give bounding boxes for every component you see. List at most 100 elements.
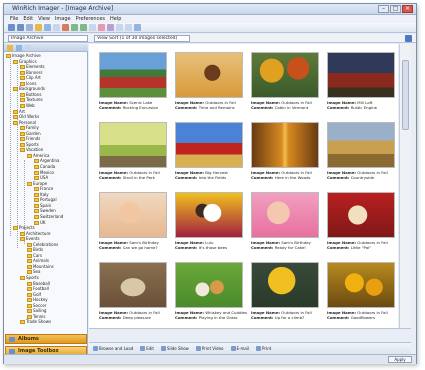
- folder-icon: [34, 209, 39, 214]
- save-icon[interactable]: [44, 24, 51, 31]
- email-button[interactable]: E-mail: [230, 346, 249, 351]
- forward-icon[interactable]: [17, 24, 24, 31]
- thumbnail-image[interactable]: [175, 52, 243, 98]
- browse-and-load-button[interactable]: Browse and Load: [93, 346, 133, 351]
- menu-preferences[interactable]: Preferences: [76, 15, 105, 23]
- thumbnail-image[interactable]: [327, 122, 395, 168]
- thumbnail-caption: Image Name: Outdoors in Fall Comment: Her…: [251, 170, 321, 180]
- edit-button[interactable]: Edit: [140, 346, 154, 351]
- thumbnail-card[interactable]: Image Name: Whiskey and Cuddles Comment: …: [175, 262, 247, 326]
- folder-icon: [13, 59, 18, 64]
- toolbar: [4, 23, 416, 33]
- thumbnail-image[interactable]: [175, 192, 243, 238]
- up-folder-icon[interactable]: [26, 24, 33, 31]
- rotate-icon[interactable]: [71, 24, 78, 31]
- folder-icon: [27, 181, 32, 186]
- back-icon[interactable]: [8, 24, 15, 31]
- delete-icon[interactable]: [62, 24, 69, 31]
- window-title: WinRich Imager - [Image Archive]: [12, 5, 114, 12]
- thumbnail-card[interactable]: Image Name: Big Harvest Comment: Into the…: [175, 122, 243, 186]
- thumbnail-caption: Image Name: Outdoors in Fall Comment: Cab…: [251, 100, 321, 110]
- thumbnail-image[interactable]: [175, 122, 243, 168]
- maximize-button[interactable]: □: [390, 5, 401, 13]
- thumbnail-card[interactable]: Image Name: Outdoors in Fall Comment: Dee…: [99, 262, 167, 326]
- thumbnail-card[interactable]: Image Name: Scenic Lake Comment: Rocking …: [99, 52, 167, 116]
- edit-icon: [140, 346, 146, 351]
- thumbnail-image[interactable]: [327, 52, 395, 98]
- redeye-icon[interactable]: [98, 24, 105, 31]
- vertical-scrollbar[interactable]: [399, 44, 411, 328]
- new-folder-icon[interactable]: [16, 45, 22, 51]
- comment-value: Up for a climb?: [274, 315, 305, 320]
- thumbnail-caption: Image Name: Sam's Birthday Comment: Ready…: [251, 240, 321, 250]
- thumbnail-image[interactable]: [327, 262, 395, 308]
- menu-file[interactable]: File: [10, 15, 18, 23]
- thumbnail-image[interactable]: [251, 52, 319, 98]
- thumbnail-caption: Image Name: Outdoors in Fall Comment: Lit…: [327, 240, 397, 250]
- folder-icon[interactable]: [7, 45, 13, 51]
- thumbnail-card[interactable]: Image Name: Sam's Birthday Comment: Can w…: [99, 192, 167, 256]
- thumbnail-image[interactable]: [99, 52, 167, 98]
- thumbnail-image[interactable]: [251, 192, 319, 238]
- menu-image[interactable]: Image: [55, 15, 71, 23]
- flip-icon[interactable]: [80, 24, 87, 31]
- view-sort-dropdown[interactable]: View Sort (1 of 30 images selected): [94, 35, 190, 42]
- slide-show-button[interactable]: Slide Show: [160, 346, 189, 351]
- folder-icon: [20, 92, 25, 97]
- menu-help[interactable]: Help: [110, 15, 121, 23]
- open-folder-icon[interactable]: [35, 24, 42, 31]
- print-video-button[interactable]: Print Video: [195, 346, 224, 351]
- apply-button[interactable]: Apply: [388, 356, 412, 363]
- thumbnail-card[interactable]: Image Name: Outdoors in Fall Comment: Tim…: [175, 52, 243, 116]
- folder-icon: [27, 153, 32, 158]
- comment-label: Comment:: [327, 315, 350, 320]
- tree-node-label: Trade Shows: [26, 319, 52, 325]
- enhance-icon[interactable]: [107, 24, 114, 31]
- folder-icon: [20, 237, 25, 242]
- minimize-button[interactable]: –: [378, 5, 389, 13]
- thumbnail-card[interactable]: Image Name: Outdoors in Fall Comment: Lit…: [327, 192, 395, 256]
- thumbnail-image[interactable]: [175, 262, 243, 308]
- folder-icon: [20, 276, 25, 280]
- thumbnail-card[interactable]: Image Name: Outdoors in Fall Comment: Cab…: [251, 52, 319, 116]
- thumbnail-card[interactable]: Image Name: Sam's Birthday Comment: Ready…: [251, 192, 319, 256]
- menu-edit[interactable]: Edit: [23, 15, 33, 23]
- thumbnail-card[interactable]: Image Name: Outdoors in Fall Comment: Goo…: [327, 262, 395, 326]
- thumbnail-image[interactable]: [327, 192, 395, 238]
- folder-icon: [27, 259, 32, 264]
- comment-value: Here in the Woods: [274, 175, 311, 180]
- application-window: WinRich Imager - [Image Archive] – □ × F…: [3, 3, 417, 364]
- folder-icon: [27, 303, 32, 308]
- folder-icon: [27, 270, 32, 275]
- thumbnail-card[interactable]: Image Name: Outdoors in Fall Comment: Cou…: [327, 122, 395, 186]
- thumbnail-image[interactable]: [251, 262, 319, 308]
- crop-icon[interactable]: [89, 24, 96, 31]
- archive-dropdown[interactable]: Image Archive: [8, 35, 88, 42]
- thumbnail-card[interactable]: Image Name: Lulu Comment: It's those bees: [175, 192, 243, 256]
- thumbnail-card[interactable]: Image Name: Mill Loft Comment: Rustic Eng…: [327, 52, 395, 116]
- thumbnail-card[interactable]: Image Name: Outdoors in Fall Comment: Up …: [251, 262, 319, 326]
- scroll-thumb[interactable]: [402, 60, 409, 130]
- close-button[interactable]: ×: [402, 5, 413, 13]
- tree-node[interactable]: UK: [34, 220, 46, 226]
- help-icon[interactable]: [405, 35, 412, 42]
- thumbnail-caption: Image Name: Lulu Comment: It's those bees: [175, 240, 245, 250]
- albums-pane-header[interactable]: Albums: [5, 334, 87, 344]
- thumbnail-image[interactable]: [99, 192, 167, 238]
- tree-node[interactable]: Trade Shows: [20, 319, 51, 325]
- refresh-icon[interactable]: [25, 45, 31, 51]
- thumbnail-image[interactable]: [99, 262, 167, 308]
- menu-view[interactable]: View: [38, 15, 50, 23]
- thumbnail-image[interactable]: [251, 122, 319, 168]
- comment-value: Can we go home?: [122, 245, 158, 250]
- zoom-icon[interactable]: [116, 24, 123, 31]
- print-icon[interactable]: [53, 24, 60, 31]
- lower-strip: [89, 328, 411, 342]
- thumbnail-card[interactable]: Image Name: Outdoors in Fall Comment: Str…: [99, 122, 167, 186]
- thumbnail-image[interactable]: [99, 122, 167, 168]
- print-button[interactable]: Print: [256, 346, 271, 351]
- folder-icon: [34, 192, 39, 197]
- slideshow-icon[interactable]: [125, 24, 132, 31]
- thumbnail-card[interactable]: Image Name: Outdoors in Fall Comment: Her…: [251, 122, 319, 186]
- email-icon[interactable]: [134, 24, 141, 31]
